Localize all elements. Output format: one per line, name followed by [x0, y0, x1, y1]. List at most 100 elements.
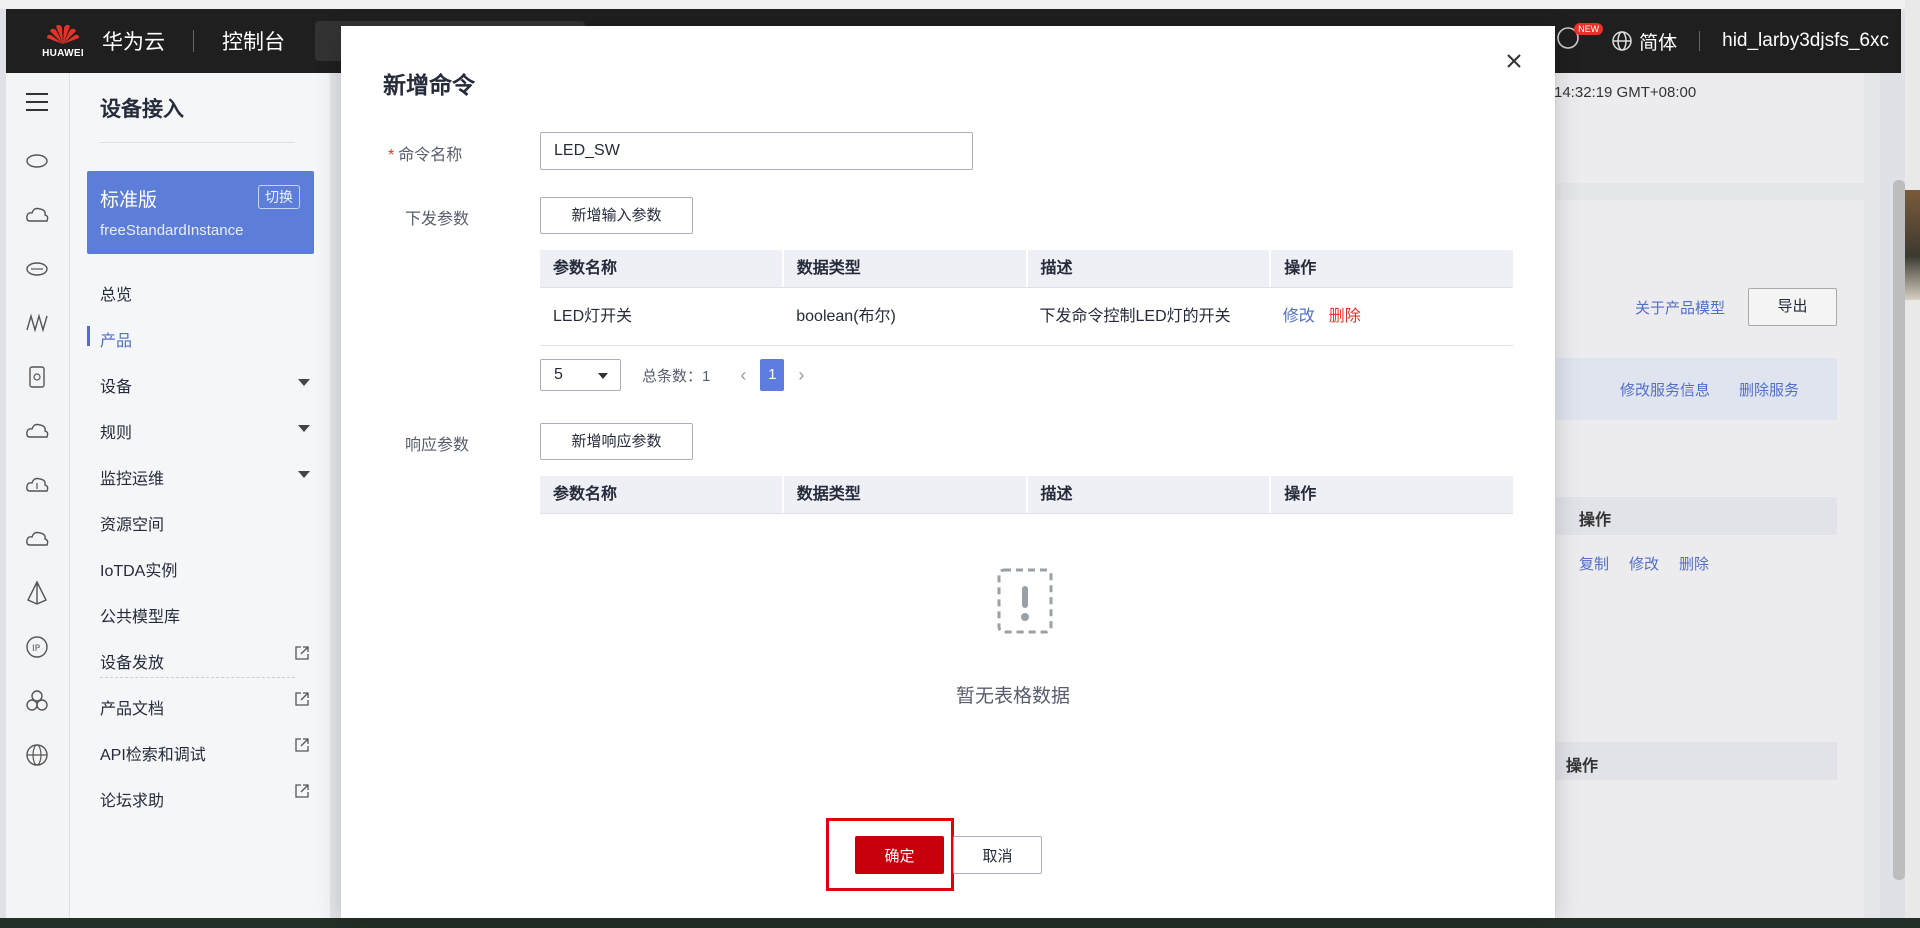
delete-link[interactable]: 删除	[1679, 553, 1709, 574]
sidebar-item-api-explorer[interactable]: API检索和调试	[100, 738, 310, 765]
edition-switch-button[interactable]: 切换	[258, 185, 300, 209]
param-type-cell: boolean(布尔)	[796, 308, 896, 325]
sidebar-item-resource-space[interactable]: 资源空间	[100, 511, 310, 535]
external-link-icon	[295, 646, 309, 660]
divider	[100, 677, 295, 678]
confirm-button[interactable]: 确定	[855, 836, 944, 874]
delete-service-link[interactable]: 删除服务	[1739, 379, 1799, 400]
huawei-logo[interactable]: HUAWEI	[32, 24, 94, 59]
add-input-param-button[interactable]: 新增输入参数	[540, 197, 693, 234]
send-params-label: 下发参数	[405, 211, 470, 228]
current-page-button[interactable]: 1	[760, 359, 785, 391]
sidebar-item-label: 产品文档	[100, 701, 165, 718]
background-table-header	[1556, 742, 1837, 780]
column-header-desc: 描述	[1028, 250, 1272, 287]
empty-data-icon	[997, 568, 1053, 634]
sidebar-item-public-models[interactable]: 公共模型库	[100, 603, 310, 627]
caret-down-icon	[298, 379, 310, 386]
sidebar-item-label: 监控运维	[100, 471, 165, 488]
username[interactable]: hid_larby3djsfs_6xc	[1722, 30, 1889, 52]
sidebar-item-product-docs[interactable]: 产品文档	[100, 692, 310, 719]
storage-icon[interactable]	[24, 364, 50, 390]
divider	[1699, 31, 1701, 51]
sidebar-item-device-provisioning[interactable]: 设备发放	[100, 646, 310, 673]
edit-param-link[interactable]: 修改	[1283, 308, 1315, 325]
column-header-name: 参数名称	[540, 476, 784, 513]
database-icon[interactable]	[24, 256, 50, 282]
param-desc-cell: 下发命令控制LED灯的开关	[1039, 308, 1231, 325]
external-link-icon	[295, 738, 309, 752]
globe-www-icon[interactable]	[24, 742, 50, 768]
browser-top-strip	[0, 0, 1920, 9]
huawei-flower-icon	[47, 24, 79, 44]
export-button[interactable]: 导出	[1748, 288, 1837, 326]
command-name-label: * 命令名称	[388, 141, 462, 165]
pagination: 5 总条数：1 ‹ 1 ›	[540, 359, 804, 391]
page-size-select[interactable]: 5	[540, 359, 621, 391]
console-link[interactable]: 控制台	[222, 26, 285, 56]
caret-down-icon	[298, 471, 310, 478]
external-link-icon	[295, 784, 309, 798]
sidebar-item-rules[interactable]: 规则	[100, 419, 310, 443]
external-link-icon	[295, 692, 309, 706]
column-header-type: 数据类型	[784, 250, 1028, 287]
cluster-icon[interactable]	[24, 688, 50, 714]
send-params-table: 参数名称 数据类型 描述 操作 LED灯开关 boolean(布尔) 下发命令控…	[540, 250, 1513, 346]
column-header-desc: 描述	[1028, 476, 1272, 513]
table-header: 参数名称 数据类型 描述 操作	[540, 476, 1513, 514]
vertical-scrollbar[interactable]	[1893, 180, 1905, 880]
cloud-name[interactable]: 华为云	[102, 26, 165, 56]
table-row: LED灯开关 boolean(布尔) 下发命令控制LED灯的开关 修改 删除	[540, 288, 1513, 346]
sidebar-item-device[interactable]: 设备	[100, 373, 310, 397]
modify-link[interactable]: 修改	[1629, 553, 1659, 574]
ecs-icon[interactable]	[24, 148, 50, 174]
column-header-ops: 操作	[1284, 260, 1317, 277]
add-response-param-button[interactable]: 新增响应参数	[540, 423, 693, 460]
pyramid-icon[interactable]	[24, 580, 50, 606]
edition-name: 标准版	[100, 190, 158, 211]
sidebar-item-label: 设备发放	[100, 655, 165, 672]
active-indicator	[87, 326, 90, 346]
menu-title: 设备接入	[100, 98, 184, 121]
caret-down-icon	[598, 373, 608, 379]
add-command-dialog: 新增命令 *命令名称 下发参数 新增输入参数 参数名称 数据类型 描述 操作 L…	[341, 26, 1555, 918]
sidebar-item-label: 论坛求助	[100, 793, 165, 810]
taskbar-strip	[0, 918, 1920, 928]
divider	[193, 30, 194, 52]
globe-icon	[1612, 31, 1632, 51]
cloud-icon[interactable]	[24, 418, 50, 444]
edition-card: 标准版 切换 freeStandardInstance	[87, 171, 314, 254]
cloud-sync-icon[interactable]	[24, 526, 50, 552]
language-switcher[interactable]: 简体	[1611, 28, 1677, 55]
command-name-input[interactable]	[540, 132, 973, 170]
copy-link[interactable]: 复制	[1579, 553, 1609, 574]
menu-hamburger-icon[interactable]	[24, 89, 50, 115]
sidebar-item-product[interactable]: 产品	[100, 327, 310, 351]
sidebar-item-label: API检索和调试	[100, 747, 206, 764]
column-header-name: 参数名称	[540, 250, 784, 287]
cloud-dots-icon[interactable]	[24, 202, 50, 228]
page-size-value: 5	[554, 366, 563, 383]
ip-icon[interactable]: IP	[24, 634, 50, 660]
close-icon[interactable]	[1503, 50, 1525, 72]
sidebar-item-overview[interactable]: 总览	[100, 281, 310, 305]
next-page-icon[interactable]: ›	[798, 365, 804, 386]
delete-param-link[interactable]: 删除	[1329, 308, 1361, 325]
divider	[100, 142, 295, 143]
prev-page-icon[interactable]: ‹	[740, 365, 746, 386]
dialog-title: 新增命令	[383, 72, 475, 98]
sidebar-item-label: 规则	[100, 425, 133, 442]
about-product-model-link[interactable]: 关于产品模型	[1635, 297, 1725, 318]
caret-down-icon	[298, 425, 310, 432]
icon-rail: IP	[6, 73, 70, 918]
cancel-button[interactable]: 取消	[953, 836, 1042, 874]
sidebar-item-forum[interactable]: 论坛求助	[100, 784, 310, 811]
table-header: 参数名称 数据类型 描述 操作	[540, 250, 1513, 288]
language-label: 简体	[1639, 32, 1678, 54]
sidebar-item-monitoring[interactable]: 监控运维	[100, 465, 310, 489]
cloud-upload-icon[interactable]	[24, 472, 50, 498]
modify-service-link[interactable]: 修改服务信息	[1620, 379, 1710, 400]
network-icon[interactable]	[24, 310, 50, 336]
sidebar-item-iotda-instance[interactable]: IoTDA实例	[100, 557, 310, 581]
param-ops-cell: 修改 删除	[1270, 288, 1513, 345]
